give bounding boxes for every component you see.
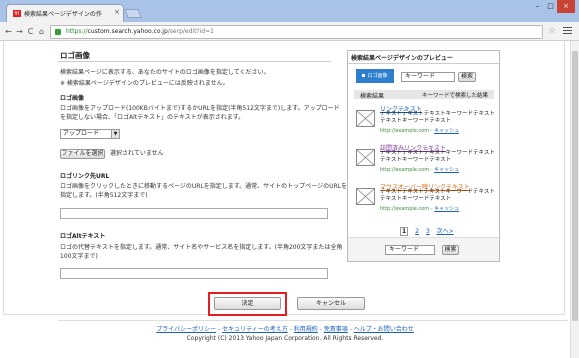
- cancel-button[interactable]: キャンセル: [297, 297, 365, 310]
- reload-icon[interactable]: C: [25, 26, 36, 37]
- logo-source-select[interactable]: アップロード ▼: [60, 129, 120, 139]
- maximize-icon[interactable]: □: [544, 0, 557, 13]
- preview-results-bar: 検索結果 キーワードで検索した結果: [354, 90, 494, 100]
- footer-link-security[interactable]: セキュリティーの考え方: [222, 326, 288, 333]
- thumbnail-placeholder-icon: [356, 188, 375, 205]
- lock-icon: [55, 29, 61, 35]
- page-content: ロゴ画像 検索結果ページに表示する、あなたのサイトのロゴ画像を指定してください。…: [0, 41, 579, 358]
- logo-alt-text-input[interactable]: [60, 268, 328, 279]
- section-title: ロゴ画像: [60, 51, 90, 60]
- section-divider: [58, 61, 331, 62]
- cache-link[interactable]: キャッシュ: [434, 128, 459, 134]
- logo-link-label: ロゴリンク先URL: [60, 173, 110, 180]
- preview-divider: [348, 63, 499, 64]
- footer-links: プライバシーポリシー - セキュリティーの考え方 - 利用規約 - 免責事項 -…: [156, 326, 414, 333]
- link-desc-line2: 指定します。(半角512文字まで): [60, 192, 148, 199]
- page-link[interactable]: 2: [415, 228, 419, 235]
- browser-toolbar: ← → C ⌂ https://custom.search.yahoo.co.j…: [0, 22, 579, 41]
- browser-tab[interactable]: Y! 検索結果ページデザインの作 ×: [6, 4, 124, 22]
- logo-alt-label: ロゴAltテキスト: [60, 233, 106, 240]
- preview-search-input[interactable]: キーワード: [401, 72, 455, 82]
- logo-image-label: ロゴ画像: [60, 95, 85, 102]
- menu-icon[interactable]: [563, 27, 572, 36]
- preview-note: ※ 検索結果ページデザインのプレビューには反映されません。: [60, 80, 229, 87]
- preview-result-item: 訪問済みリンクテキスト テキストテキストテキストキーワードテキストテキストキーワ…: [356, 143, 496, 179]
- preview-pagination: 1 2 3 次へ>: [400, 226, 459, 236]
- alt-desc-line1: ロゴの代替テキストを指定します。通常、サイト名やサービス名を指定します。(半角2…: [60, 244, 343, 251]
- preview-bottom-search: キーワード 検索: [348, 237, 499, 261]
- forward-icon[interactable]: →: [14, 26, 25, 37]
- preview-title: 検索結果ページデザインのプレビュー: [351, 55, 453, 62]
- preview-bottom-search-input[interactable]: キーワード: [385, 245, 435, 255]
- minimize-icon[interactable]: –: [531, 0, 544, 13]
- title-bar: Y! 検索結果ページデザインの作 × – □ ×: [0, 0, 579, 22]
- choose-file-button[interactable]: ファイルを選択: [60, 149, 105, 159]
- next-page-link[interactable]: 次へ>: [437, 228, 454, 235]
- scrollbar-thumb[interactable]: [572, 51, 578, 321]
- copyright: Copyright (C) 2013 Yahoo Japan Corporati…: [186, 335, 384, 342]
- vertical-scrollbar[interactable]: [570, 41, 579, 358]
- footer-link-disclaimer[interactable]: 免責事項: [324, 326, 348, 333]
- result-meta: http://example.com - キャッシュ: [380, 128, 460, 134]
- result-desc: テキストテキストテキストキーワードテキストテキストキーワードテキスト: [380, 150, 495, 163]
- logo-desc-line2: を指定しない場合、「ロゴAltテキスト」のテキストが表示されます。: [60, 114, 245, 121]
- url-text: https://custom.search.yahoo.co.jp/serp/e…: [66, 28, 214, 35]
- new-tab-button[interactable]: [124, 9, 142, 18]
- ok-button[interactable]: 決定: [214, 297, 281, 310]
- file-status: 選択されていません: [110, 150, 164, 157]
- preview-panel: 検索結果ページデザインのプレビュー ロゴ画像 キーワード 検索 検索結果 キーワ…: [347, 50, 500, 262]
- footer-link-help[interactable]: ヘルプ・お問い合わせ: [354, 326, 414, 333]
- footer-divider: [58, 320, 568, 321]
- alt-desc-line2: 100文字まで): [60, 253, 98, 260]
- logo-link-url-input[interactable]: [60, 208, 328, 219]
- result-meta: http://example.com - キャッシュ: [380, 167, 460, 173]
- cache-link[interactable]: キャッシュ: [434, 167, 459, 173]
- preview-result-item: マウスオーバー時リンクテキスト テキストテキストテキストキーワードテキストテキス…: [356, 182, 496, 218]
- bookmark-star-icon[interactable]: ☆: [548, 26, 556, 36]
- page-link[interactable]: 3: [426, 228, 430, 235]
- back-icon[interactable]: ←: [3, 26, 14, 37]
- preview-logo: ロゴ画像: [356, 69, 394, 83]
- yahoo-favicon-icon: Y!: [13, 10, 21, 17]
- result-meta: http://example.com - キャッシュ: [380, 206, 460, 212]
- cache-link[interactable]: キャッシュ: [434, 206, 459, 212]
- close-window-icon[interactable]: ×: [557, 0, 575, 13]
- preview-result-item: リンクテキスト テキストテキストテキストキーワードテキストテキストキーワードテキ…: [356, 104, 496, 140]
- thumbnail-placeholder-icon: [356, 110, 375, 127]
- intro-text: 検索結果ページに表示する、あなたのサイトのロゴ画像を指定してください。: [60, 69, 270, 76]
- address-bar[interactable]: https://custom.search.yahoo.co.jp/serp/e…: [50, 25, 543, 39]
- home-icon[interactable]: ⌂: [36, 26, 47, 37]
- footer-link-privacy[interactable]: プライバシーポリシー: [156, 326, 216, 333]
- page-current: 1: [400, 227, 409, 236]
- tab-close-icon[interactable]: ×: [114, 8, 120, 16]
- window-controls: – □ ×: [531, 0, 575, 13]
- tab-title: 検索結果ページデザインの作: [24, 11, 102, 18]
- footer-link-terms[interactable]: 利用規約: [294, 326, 318, 333]
- preview-search-button[interactable]: 検索: [458, 72, 476, 82]
- thumbnail-placeholder-icon: [356, 149, 375, 166]
- result-desc: テキストテキストテキストキーワードテキストテキストキーワードテキスト: [380, 189, 495, 202]
- chevron-down-icon: ▼: [111, 130, 119, 138]
- result-desc: テキストテキストテキストキーワードテキストテキストキーワードテキスト: [380, 111, 495, 124]
- preview-bottom-search-button[interactable]: 検索: [442, 245, 459, 255]
